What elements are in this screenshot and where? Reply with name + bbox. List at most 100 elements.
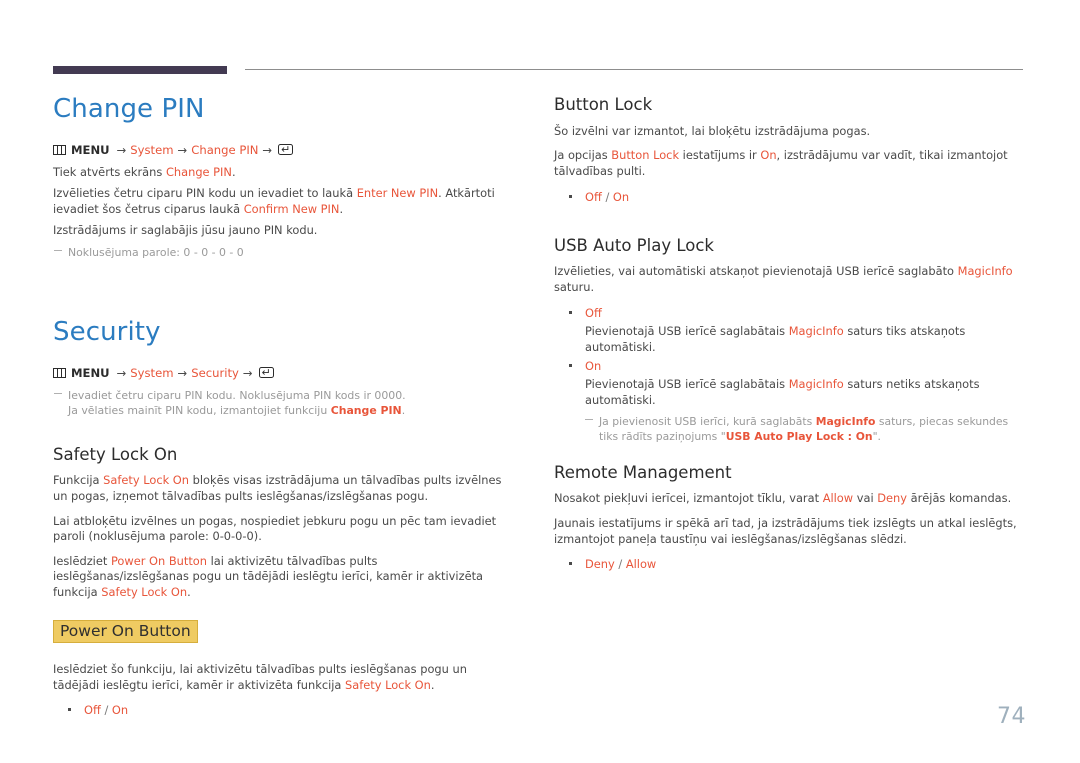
subsection-title-usb-auto-play-lock: USB Auto Play Lock	[554, 235, 714, 255]
paragraph-safety-lock-on-3: Ieslēdziet Power On Button lai aktivizēt…	[53, 554, 513, 601]
link-confirm-new-pin: Confirm New PIN	[243, 201, 340, 216]
link-magicinfo: MagicInfo	[788, 323, 844, 338]
link-power-on-button: Power On Button	[110, 553, 207, 568]
option-on: On	[111, 703, 129, 718]
text-run: Izvēlieties, vai automātiski atskaņot pi…	[554, 264, 958, 279]
arrow-icon: →	[116, 365, 127, 380]
list-item: Deny / Allow	[566, 556, 1024, 572]
text-run: ".	[872, 429, 881, 443]
list-item: On Pievienotajā USB ierīcē saglabātais M…	[566, 358, 1024, 444]
menu-path-label: MENU	[71, 365, 110, 380]
link-magicinfo: MagicInfo	[788, 376, 844, 391]
text-run: .	[187, 584, 191, 599]
subsection-title-power-on-button: Power On Button	[53, 619, 198, 644]
note-default-password: Noklusējuma parole: 0 - 0 - 0 - 0	[53, 245, 513, 260]
menu-grid-icon	[53, 144, 66, 155]
link-on: On	[760, 148, 777, 163]
subsection-title-remote-management: Remote Management	[554, 462, 732, 482]
option-off: Off	[585, 189, 602, 204]
menu-path-step-security: Security	[191, 365, 239, 380]
text-run: iestatījums ir	[679, 148, 761, 163]
arrow-icon: →	[177, 365, 188, 380]
paragraph-usb-auto-play-lock-1: Izvēlieties, vai automātiski atskaņot pi…	[554, 264, 1024, 295]
option-description: Pievienotajā USB ierīcē saglabātais Magi…	[585, 323, 1024, 355]
link-magicinfo: MagicInfo	[957, 264, 1013, 279]
document-page: Change PIN MENU → System → Change PIN → …	[0, 0, 1080, 763]
link-safety-lock-on: Safety Lock On	[103, 473, 189, 488]
text-run: Ja opcijas	[554, 148, 612, 163]
link-safety-lock-on: Safety Lock On	[101, 584, 188, 599]
subsection-title-power-on-button-wrap: Power On Button	[53, 619, 513, 653]
text-run: .	[430, 677, 435, 692]
text-run: Ja pievienosit USB ierīci, kurā saglabāt…	[599, 414, 816, 428]
option-separator: /	[100, 703, 112, 718]
text-run: Ieslēdziet	[53, 553, 111, 568]
text-run: Pievienotajā USB ierīcē saglabātais	[585, 376, 789, 391]
link-usb-auto-play-lock-on: USB Auto Play Lock : On	[725, 429, 873, 443]
header-rule	[53, 66, 1023, 76]
option-off: Off	[84, 703, 101, 718]
text-run: Ievadiet četru ciparu PIN kodu. Noklusēj…	[68, 388, 406, 402]
link-change-pin: Change PIN	[165, 164, 232, 179]
enter-key-glyph: ↵	[281, 142, 291, 156]
note-usb-auto-play-lock: Ja pievienosit USB ierīci, kurā saglabāt…	[585, 414, 1024, 444]
text-run: Pievienotajā USB ierīcē saglabātais	[585, 323, 789, 338]
option-separator: /	[601, 189, 613, 204]
options-list-button-lock: Off / On	[554, 189, 1024, 205]
menu-grid-icon	[53, 367, 66, 378]
paragraph-remote-management-2: Jaunais iestatījums ir spēkā arī tad, ja…	[554, 515, 1017, 546]
page-number: 74	[997, 704, 1026, 729]
subsection-title-safety-lock-on: Safety Lock On	[53, 444, 178, 464]
option-deny: Deny	[585, 557, 615, 572]
link-safety-lock-on: Safety Lock On	[345, 677, 431, 692]
list-item: Off / On	[566, 189, 1024, 205]
section-title-change-pin: Change PIN	[53, 94, 205, 124]
right-column: Button Lock Šo izvēlni var izmantot, lai…	[554, 95, 1024, 581]
text-run: .	[231, 164, 236, 179]
option-on: On	[585, 358, 602, 373]
header-rule-thin	[245, 69, 1023, 70]
enter-key-icon: ↵	[258, 366, 274, 379]
paragraph-change-pin-3: Izstrādājums ir saglabājis jūsu jauno PI…	[53, 223, 318, 238]
paragraph-safety-lock-on-2: Lai atbloķētu izvēlnes un pogas, nospied…	[53, 513, 497, 544]
menu-path-step-change-pin: Change PIN	[191, 142, 259, 157]
paragraph-remote-management-1: Nosakot piekļuvi ierīcei, izmantojot tīk…	[554, 491, 1024, 507]
menu-path-step-system: System	[130, 365, 174, 380]
text-run: Tiek atvērts ekrāns	[53, 164, 166, 179]
option-allow: Allow	[625, 557, 657, 572]
list-item: Off Pievienotajā USB ierīcē saglabātais …	[566, 305, 1024, 355]
link-enter-new-pin: Enter New PIN	[356, 186, 439, 201]
text-run: Nosakot piekļuvi ierīcei, izmantojot tīk…	[554, 491, 823, 506]
text-run: saturu.	[554, 279, 595, 294]
option-off: Off	[585, 305, 602, 320]
arrow-icon: →	[262, 142, 273, 157]
options-list-remote-management: Deny / Allow	[554, 556, 1024, 572]
arrow-icon: →	[116, 142, 127, 157]
header-rule-thick	[53, 66, 227, 74]
paragraph-change-pin-2: Izvēlieties četru ciparu PIN kodu un iev…	[53, 186, 513, 217]
option-description: Pievienotajā USB ierīcē saglabātais Magi…	[585, 376, 1024, 408]
list-item: Off / On	[65, 702, 513, 718]
menu-path-change-pin: MENU → System → Change PIN → ↵	[53, 142, 513, 158]
link-button-lock: Button Lock	[611, 148, 680, 163]
text-run: vai	[853, 491, 878, 506]
menu-path-label: MENU	[71, 142, 110, 157]
option-separator: /	[614, 557, 626, 572]
arrow-icon: →	[177, 142, 188, 157]
paragraph-change-pin-1: Tiek atvērts ekrāns Change PIN.	[53, 165, 513, 181]
link-allow: Allow	[822, 491, 854, 506]
text-run: .	[339, 201, 344, 216]
link-deny: Deny	[877, 491, 907, 506]
section-title-security: Security	[53, 316, 161, 347]
text-run: Funkcija	[53, 473, 104, 488]
link-change-pin: Change PIN	[330, 403, 402, 417]
note-security-pin: Ievadiet četru ciparu PIN kodu. Noklusēj…	[53, 388, 513, 418]
option-on: On	[612, 189, 630, 204]
link-magicinfo: MagicInfo	[815, 414, 876, 428]
subsection-title-button-lock: Button Lock	[554, 95, 653, 114]
options-list-usb-auto-play-lock: Off Pievienotajā USB ierīcē saglabātais …	[554, 305, 1024, 444]
